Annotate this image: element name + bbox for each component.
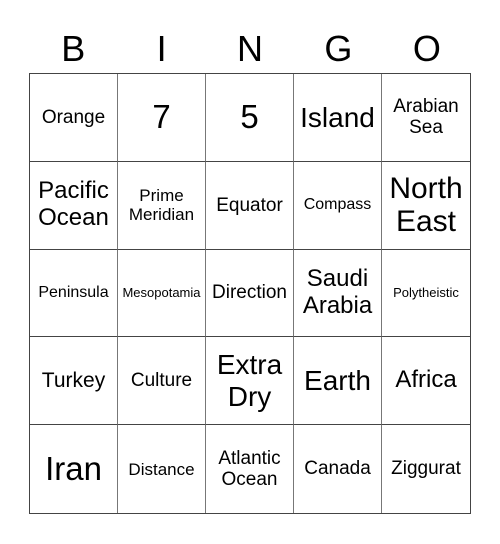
bingo-cell[interactable]: Prime Meridian	[118, 161, 206, 250]
bingo-cell[interactable]: Island	[294, 74, 382, 162]
bingo-cell[interactable]: Compass	[294, 161, 382, 250]
header-letter-i: I	[156, 28, 167, 69]
bingo-cell[interactable]: Earth	[294, 337, 382, 426]
bingo-cell[interactable]: Pacific Ocean	[30, 161, 118, 250]
bingo-cell[interactable]: Peninsula	[30, 249, 118, 338]
bingo-cell[interactable]: Direction	[206, 249, 294, 338]
bingo-cell[interactable]: Distance	[118, 425, 206, 513]
bingo-cell[interactable]: Africa	[382, 337, 470, 426]
bingo-cell[interactable]: Arabian Sea	[382, 74, 470, 162]
bingo-cell[interactable]: Saudi Arabia	[294, 249, 382, 338]
bingo-cell[interactable]: Orange	[30, 74, 118, 162]
header-letter-g: G	[324, 28, 353, 69]
bingo-cell[interactable]: Atlantic Ocean	[206, 425, 294, 513]
bingo-cell[interactable]: Equator	[206, 161, 294, 250]
bingo-cell[interactable]: Culture	[118, 337, 206, 426]
bingo-cell[interactable]: Polytheistic	[382, 250, 470, 338]
bingo-cell[interactable]: Iran	[30, 425, 118, 513]
bingo-cell[interactable]: Ziggurat	[382, 425, 470, 513]
bingo-cell[interactable]: North East	[382, 162, 470, 250]
bingo-cell[interactable]: 7	[118, 74, 206, 162]
bingo-cell[interactable]: Canada	[294, 425, 382, 513]
header-letter-b: B	[61, 28, 86, 69]
bingo-cell[interactable]: 5	[206, 74, 294, 162]
bingo-header: B I N G O	[29, 24, 471, 74]
bingo-cell[interactable]: Extra Dry	[206, 337, 294, 426]
header-letter-o: O	[412, 28, 441, 69]
bingo-card-grid: Orange 7 5 Island Arabian Sea Pacific Oc…	[29, 73, 471, 514]
bingo-cell[interactable]: Mesopotamia	[118, 249, 206, 338]
header-letter-n: N	[237, 28, 264, 69]
bingo-cell[interactable]: Turkey	[30, 337, 118, 426]
